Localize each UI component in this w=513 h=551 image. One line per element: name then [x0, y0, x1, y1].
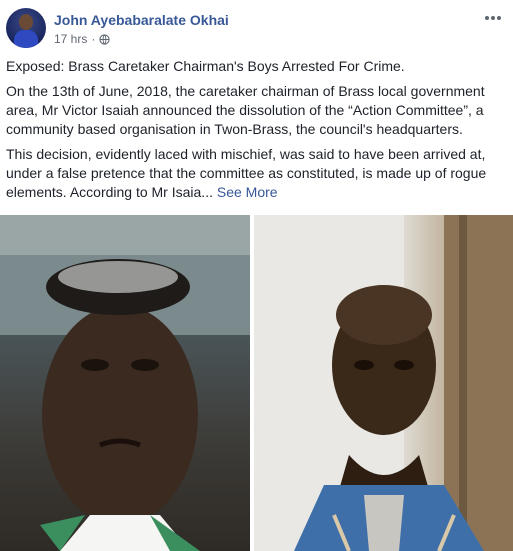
- photo-left[interactable]: [0, 215, 250, 551]
- more-options-icon[interactable]: [483, 8, 503, 28]
- avatar-body: [14, 30, 38, 48]
- post-time[interactable]: 17 hrs: [54, 32, 87, 46]
- post-meta: 17 hrs ·: [54, 32, 110, 46]
- author-name[interactable]: John Ayebabaralate Okhai: [54, 12, 229, 28]
- meta-separator: ·: [91, 32, 96, 46]
- post-headline: Exposed: Brass Caretaker Chairman's Boys…: [6, 58, 405, 74]
- post-body: Exposed: Brass Caretaker Chairman's Boys…: [6, 57, 508, 208]
- photo-right[interactable]: [254, 215, 513, 551]
- post-paragraph-1: On the 13th of June, 2018, the caretaker…: [6, 83, 485, 137]
- post-header: John Ayebabaralate Okhai 17 hrs ·: [0, 0, 513, 56]
- see-more-link[interactable]: See More: [217, 184, 278, 200]
- globe-icon[interactable]: [99, 33, 110, 45]
- avatar[interactable]: [6, 8, 46, 48]
- post-photos: [0, 215, 513, 551]
- post-paragraph-2: This decision, evidently laced with misc…: [6, 145, 508, 202]
- avatar-face: [19, 14, 33, 30]
